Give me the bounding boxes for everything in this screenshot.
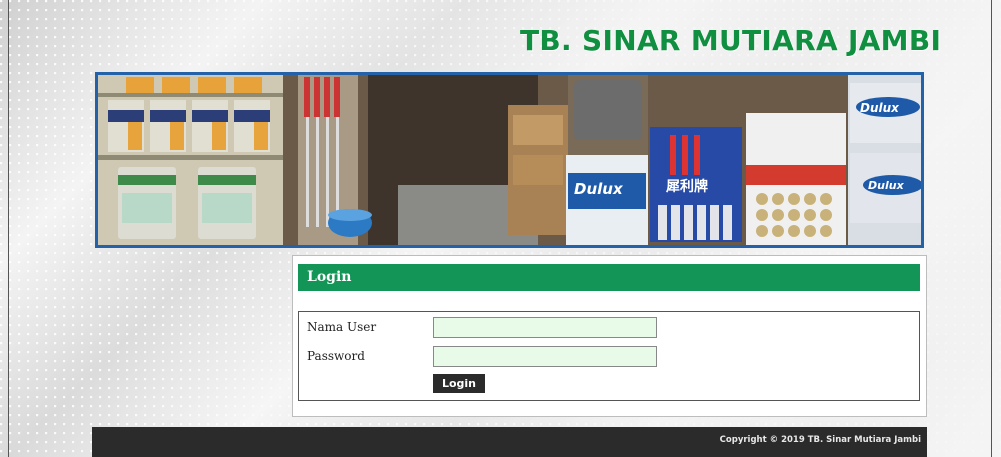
username-input[interactable] bbox=[433, 317, 657, 338]
login-panel-title: Login bbox=[298, 264, 920, 291]
password-input[interactable] bbox=[433, 346, 657, 367]
banner-dulux-text-2: Dulux bbox=[860, 101, 900, 115]
login-panel: Login Nama User Password Login bbox=[292, 255, 927, 417]
username-label: Nama User bbox=[307, 320, 377, 334]
login-form: Nama User Password Login bbox=[298, 311, 920, 401]
footer-copyright: Copyright © 2019 TB. Sinar Mutiara Jambi bbox=[719, 435, 921, 445]
login-button[interactable]: Login bbox=[433, 374, 485, 393]
left-border-line bbox=[8, 0, 9, 457]
banner-dulux-text-1: Dulux bbox=[574, 180, 624, 198]
banner-sign-text: 犀利牌 bbox=[665, 178, 708, 195]
password-label: Password bbox=[307, 349, 365, 363]
banner-dulux-text-3: Dulux bbox=[868, 179, 905, 192]
right-border-line bbox=[991, 0, 992, 457]
header-banner-image: Dulux 犀利牌 Dulux Dulux bbox=[95, 72, 924, 248]
footer-bar: Copyright © 2019 TB. Sinar Mutiara Jambi bbox=[92, 427, 927, 457]
site-title: TB. SINAR MUTIARA JAMBI bbox=[520, 24, 942, 57]
